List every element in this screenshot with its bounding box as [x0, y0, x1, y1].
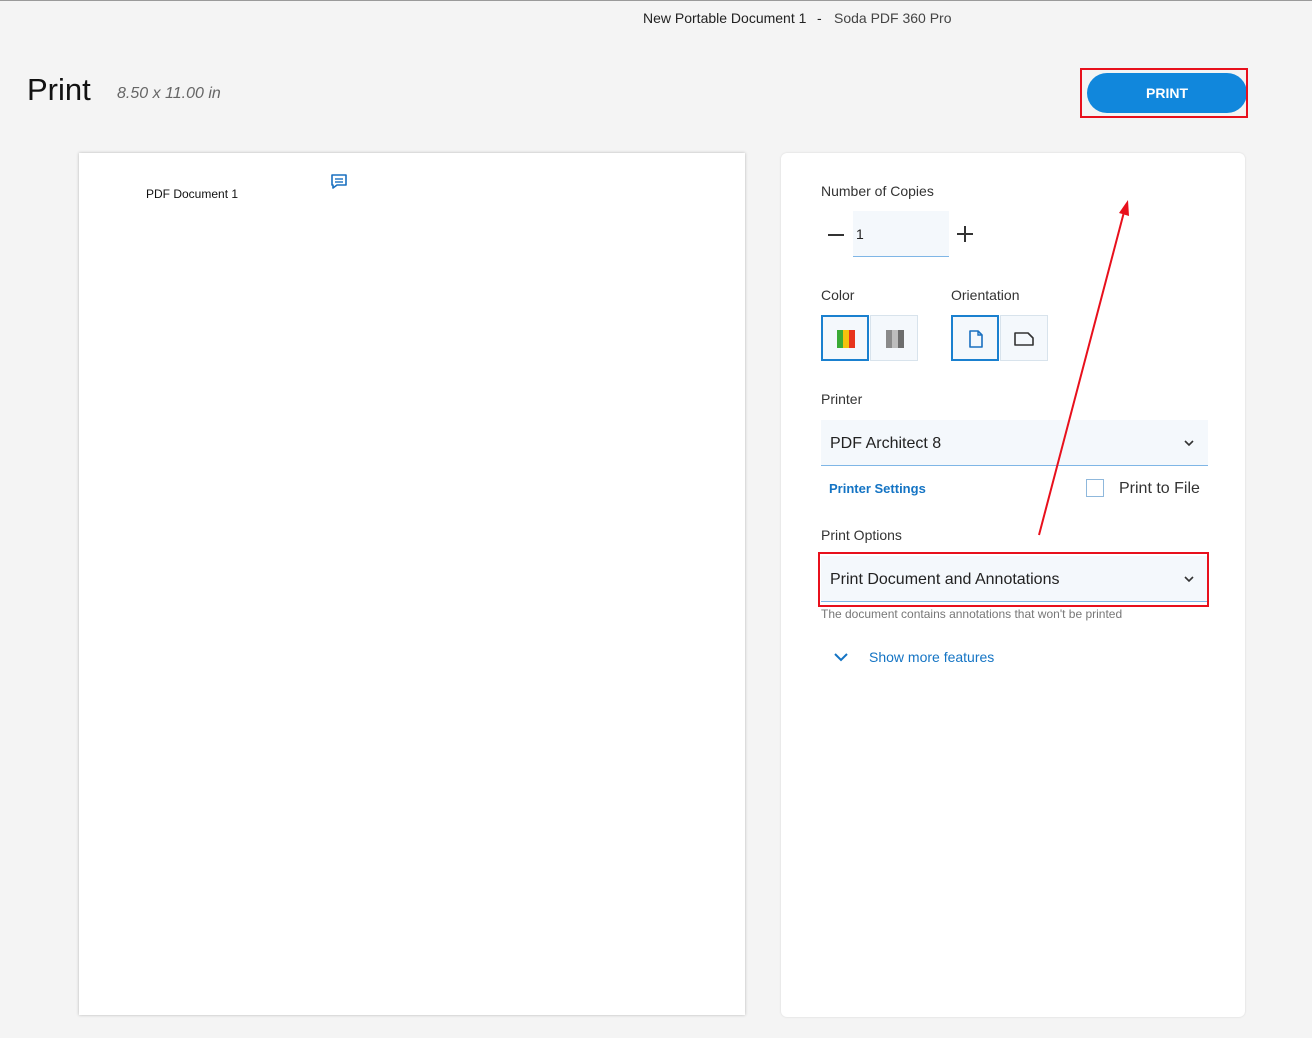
print-preview-page: PDF Document 1: [79, 153, 745, 1015]
orientation-label: Orientation: [951, 287, 1020, 303]
chevron-down-icon: [1184, 440, 1194, 447]
grayscale-mode-button[interactable]: [870, 315, 918, 361]
print-options-highlight-box: [818, 552, 1209, 607]
color-label: Color: [821, 287, 855, 303]
portrait-orientation-button[interactable]: [951, 315, 999, 361]
window-title-document: New Portable Document 1: [643, 10, 807, 26]
color-mode-button[interactable]: [821, 315, 869, 361]
print-to-file-label: Print to File: [1119, 480, 1200, 497]
color-icon: [837, 330, 855, 348]
landscape-orientation-button[interactable]: [1000, 315, 1048, 361]
show-more-features-link[interactable]: Show more features: [869, 649, 994, 665]
chevron-down-icon[interactable]: [833, 650, 849, 664]
printer-settings-link[interactable]: Printer Settings: [829, 481, 926, 496]
annotations-hint-text: The document contains annotations that w…: [821, 607, 1123, 621]
landscape-icon: [1014, 332, 1034, 346]
increment-copies-button[interactable]: [957, 226, 973, 242]
window-title-separator: -: [817, 10, 822, 26]
print-button-highlight-box: [1080, 68, 1248, 118]
copies-input[interactable]: [853, 211, 949, 257]
window-title-app: Soda PDF 360 Pro: [834, 10, 952, 26]
copies-label: Number of Copies: [821, 183, 934, 199]
grayscale-icon: [886, 330, 904, 348]
decrement-copies-button[interactable]: [828, 234, 844, 236]
page-size-label: 8.50 x 11.00 in: [117, 85, 221, 102]
print-to-file-checkbox[interactable]: [1086, 479, 1104, 497]
page-title: Print: [27, 72, 91, 107]
printer-select[interactable]: PDF Architect 8: [821, 420, 1208, 466]
preview-document-text: PDF Document 1: [146, 187, 239, 201]
printer-label: Printer: [821, 391, 863, 407]
portrait-icon: [969, 330, 983, 348]
printer-select-value: PDF Architect 8: [830, 435, 942, 452]
comment-icon: [331, 174, 347, 189]
print-options-label: Print Options: [821, 527, 902, 543]
window-top-border: [0, 0, 1312, 1]
